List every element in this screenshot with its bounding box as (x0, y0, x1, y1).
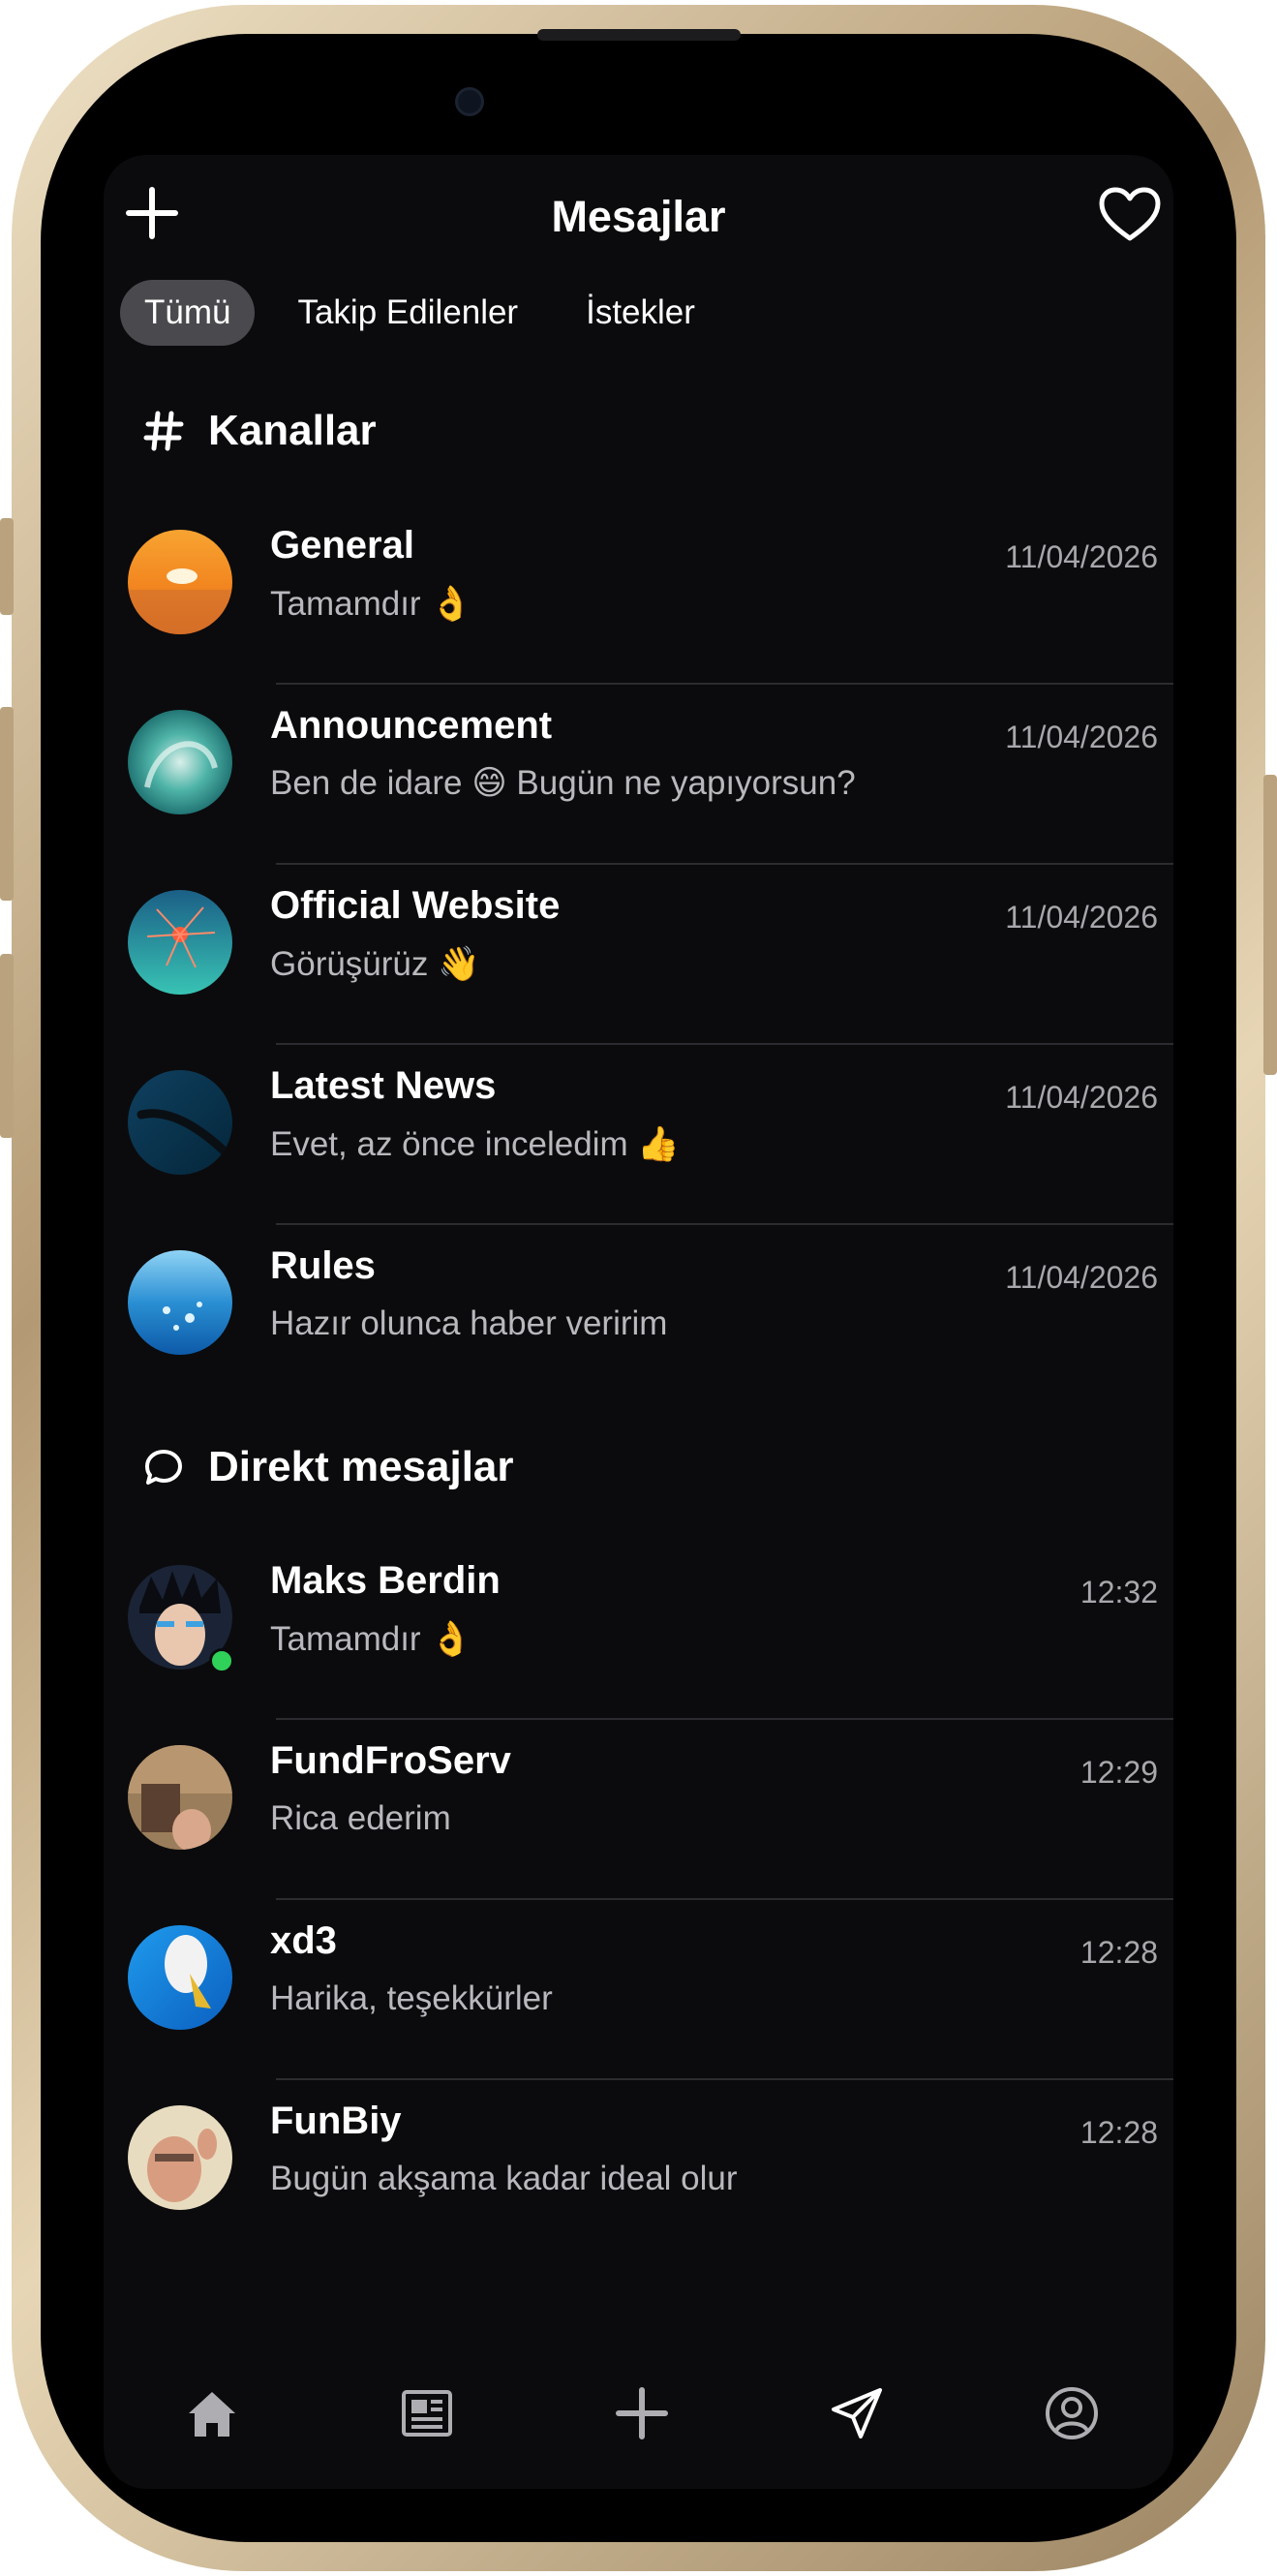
channel-name: Latest News (270, 1064, 497, 1107)
direct-title-text: Direkt mesajlar (208, 1443, 514, 1490)
contact-name: FunBiy (270, 2100, 402, 2142)
channel-name: Announcement (270, 704, 553, 747)
dynamic-island (426, 60, 852, 165)
contact-name: xd3 (270, 1919, 337, 1962)
timestamp: 11/04/2026 (1005, 900, 1158, 935)
side-button (0, 954, 14, 1138)
timestamp: 11/04/2026 (1005, 1080, 1158, 1115)
bottom-tab-bar (104, 2334, 1173, 2489)
page-title: Mesajlar (551, 192, 726, 241)
channels-section-title: Kanallar (142, 407, 377, 455)
app-screen: Mesajlar Tümü Takip Edilenler İstekler K… (104, 155, 1173, 2489)
direct-section-title: Direkt mesajlar (142, 1443, 514, 1491)
send-icon[interactable] (828, 2384, 886, 2442)
avatar (128, 1745, 232, 1850)
avatar (128, 890, 232, 995)
last-message: Görüşürüz 👋 (270, 945, 480, 983)
heart-icon[interactable] (1098, 186, 1162, 244)
side-button (1263, 775, 1277, 1075)
side-button (0, 707, 14, 901)
list-item[interactable]: Official Website Görüşürüz 👋 11/04/2026 (104, 865, 1173, 1045)
timestamp: 11/04/2026 (1005, 1260, 1158, 1295)
timestamp: 11/04/2026 (1005, 720, 1158, 754)
filter-tabs: Tümü Takip Edilenler İstekler (120, 279, 738, 347)
last-message: Ben de idare 😄 Bugün ne yapıyorsun? (270, 764, 856, 802)
news-icon[interactable] (398, 2384, 456, 2442)
side-button (0, 518, 14, 615)
add-icon[interactable] (613, 2384, 671, 2442)
avatar (128, 710, 232, 814)
avatar (128, 530, 232, 634)
timestamp: 12:32 (1079, 1575, 1158, 1610)
list-item[interactable]: xd3 Harika, teşekkürler 12:28 (104, 1900, 1173, 2080)
last-message: Bugün akşama kadar ideal olur (270, 2160, 738, 2197)
timestamp: 11/04/2026 (1005, 539, 1158, 574)
channel-name: Official Website (270, 884, 561, 927)
last-message: Tamamdır 👌 (270, 585, 472, 623)
list-item[interactable]: FundFroServ Rica ederim 12:29 (104, 1720, 1173, 1900)
last-message: Hazır olunca haber veririm (270, 1304, 668, 1342)
speaker-grille (537, 29, 741, 41)
last-message: Tamamdır 👌 (270, 1620, 472, 1658)
camera (455, 87, 484, 116)
contact-name: FundFroServ (270, 1739, 511, 1782)
hashtag-icon (143, 411, 184, 451)
profile-icon[interactable] (1043, 2384, 1101, 2442)
avatar (128, 1925, 232, 2030)
list-item[interactable]: Maks Berdin Tamamdır 👌 12:32 (104, 1540, 1173, 1720)
tab-all[interactable]: Tümü (120, 280, 256, 346)
list-item[interactable]: Latest News Evet, az önce inceledim 👍 11… (104, 1045, 1173, 1225)
online-status-dot (209, 1648, 234, 1673)
last-message: Evet, az önce inceledim 👍 (270, 1125, 680, 1163)
last-message: Harika, teşekkürler (270, 1979, 553, 2017)
channel-name: General (270, 524, 414, 567)
timestamp: 12:28 (1079, 1935, 1158, 1970)
tab-following[interactable]: Takip Edilenler (272, 280, 543, 346)
channels-title-text: Kanallar (208, 407, 377, 454)
list-item[interactable]: FunBiy Bugün akşama kadar ideal olur 12:… (104, 2080, 1173, 2260)
avatar (128, 2105, 232, 2210)
list-item[interactable]: Announcement Ben de idare 😄 Bugün ne yap… (104, 685, 1173, 865)
channel-name: Rules (270, 1244, 376, 1287)
timestamp: 12:29 (1079, 1755, 1158, 1790)
list-item[interactable]: General Tamamdır 👌 11/04/2026 (104, 505, 1173, 685)
contact-name: Maks Berdin (270, 1559, 501, 1602)
chat-bubble-icon (145, 1450, 182, 1485)
avatar (128, 1070, 232, 1175)
timestamp: 12:28 (1079, 2115, 1158, 2150)
last-message: Rica ederim (270, 1799, 451, 1837)
avatar (128, 1250, 232, 1355)
list-item[interactable]: Rules Hazır olunca haber veririm 11/04/2… (104, 1225, 1173, 1405)
home-icon[interactable] (183, 2384, 241, 2442)
tab-requests[interactable]: İstekler (561, 280, 720, 346)
